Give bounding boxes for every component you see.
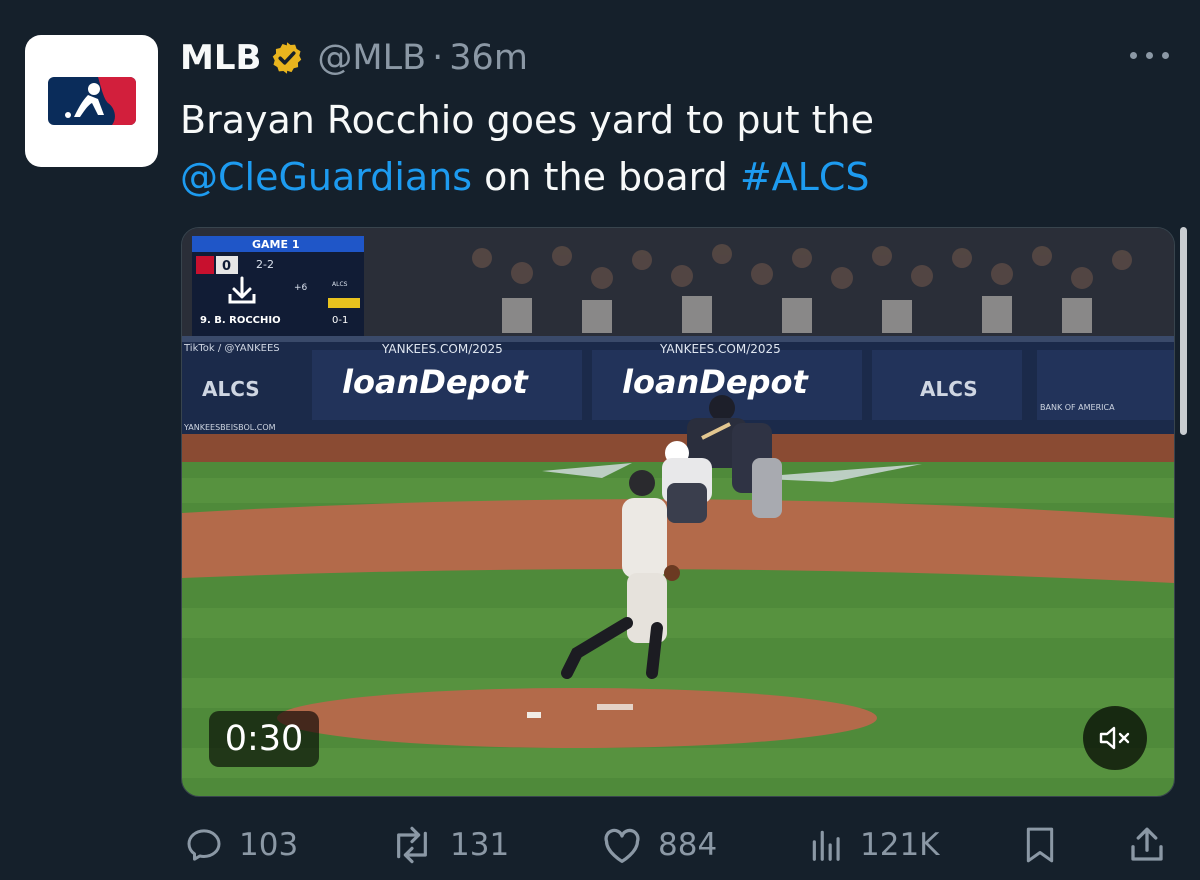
reply-icon bbox=[187, 829, 221, 861]
speaker-muted-icon[interactable] bbox=[1083, 706, 1147, 770]
scorebug-away-score: 0 bbox=[222, 259, 231, 274]
views-icon bbox=[812, 830, 840, 861]
repost-button[interactable]: 131 bbox=[388, 820, 509, 870]
scorebug-batter: 9. B. ROCCHIO bbox=[200, 315, 281, 326]
url-label-2: YANKEES.COM/2025 bbox=[659, 342, 781, 356]
tweet-text-mid: on the board bbox=[472, 155, 740, 199]
tiktok-watermark: TikTok / @YANKEES bbox=[183, 343, 280, 354]
scorebug-inning: +6 bbox=[294, 283, 308, 293]
scorebug-batter-line: 0-1 bbox=[332, 315, 348, 326]
views-button[interactable]: 121K bbox=[808, 820, 940, 870]
heart-icon bbox=[604, 828, 640, 863]
reply-count: 103 bbox=[239, 827, 299, 863]
views-count: 121K bbox=[860, 827, 940, 863]
video-player[interactable]: YANKEES.COM/2025 YANKEES.COM/2025 loanDe… bbox=[181, 227, 1175, 797]
author-handle[interactable]: @MLB bbox=[317, 38, 426, 78]
separator-dot: · bbox=[432, 38, 444, 78]
author-name[interactable]: MLB bbox=[180, 38, 261, 78]
sponsor-1: loanDepot bbox=[342, 363, 529, 401]
alcs-sign-2: ALCS bbox=[920, 377, 978, 401]
tweet-header: MLB @MLB · 36m bbox=[180, 34, 528, 82]
bookmark-button[interactable] bbox=[1020, 820, 1074, 870]
bookmark-icon bbox=[1026, 827, 1054, 863]
scrollbar[interactable] bbox=[1180, 227, 1187, 435]
hashtag-link[interactable]: #ALCS bbox=[740, 155, 870, 199]
mlb-logo bbox=[47, 77, 136, 125]
tweet-text-line1: Brayan Rocchio goes yard to put the bbox=[180, 98, 874, 142]
tweet-text: Brayan Rocchio goes yard to put the @Cle… bbox=[180, 92, 1160, 206]
tweet-timestamp[interactable]: 36m bbox=[449, 38, 528, 78]
verified-badge-icon bbox=[273, 42, 302, 74]
repost-count: 131 bbox=[450, 827, 510, 863]
url-label-1: YANKEES.COM/2025 bbox=[381, 342, 503, 356]
mention-link[interactable]: @CleGuardians bbox=[180, 155, 472, 199]
share-button[interactable] bbox=[1125, 820, 1183, 870]
beisbol-sign: YANKEESBEISBOL.COM bbox=[183, 423, 276, 432]
video-frame: YANKEES.COM/2025 YANKEES.COM/2025 loanDe… bbox=[182, 228, 1174, 796]
bank-sign: BANK OF AMERICA bbox=[1040, 403, 1115, 412]
repost-icon bbox=[397, 826, 427, 864]
scorebug-game: GAME 1 bbox=[252, 238, 300, 251]
video-duration: 0:30 bbox=[209, 711, 319, 767]
author-avatar[interactable] bbox=[25, 35, 158, 167]
scorebug-series: ALCS bbox=[332, 281, 348, 288]
like-count: 884 bbox=[658, 827, 718, 863]
alcs-sign-1: ALCS bbox=[202, 377, 260, 401]
like-button[interactable]: 884 bbox=[600, 820, 717, 870]
scorebug-count: 2-2 bbox=[256, 258, 274, 271]
more-dots-icon[interactable] bbox=[1130, 44, 1170, 64]
share-icon bbox=[1131, 827, 1163, 861]
scorebug: GAME 1 0 2-2 +6 ALCS 9. B. ROCCHIO 0-1 bbox=[192, 236, 364, 336]
sponsor-2: loanDepot bbox=[622, 363, 809, 401]
reply-button[interactable]: 103 bbox=[183, 820, 298, 870]
action-bar: 103 131 884 121K bbox=[0, 820, 1200, 870]
